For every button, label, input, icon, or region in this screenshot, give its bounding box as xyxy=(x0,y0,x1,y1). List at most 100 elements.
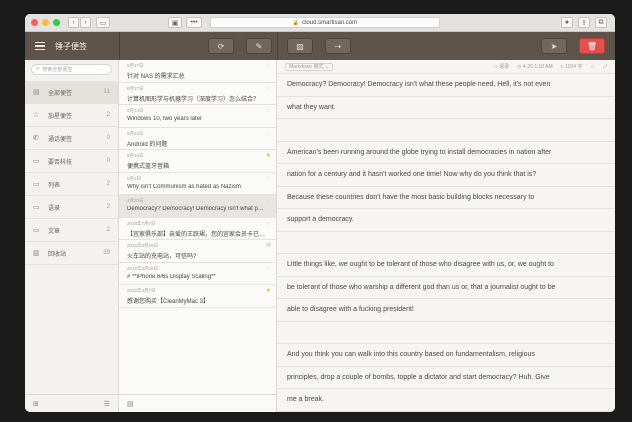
list-item[interactable]: 6月17日 针对 NAS 的需求汇总 ☆ xyxy=(119,60,276,83)
extensions-button[interactable]: ••• xyxy=(186,17,202,28)
share-icon: ⇪ xyxy=(581,19,587,27)
list-item[interactable]: 2016年3月29日 火车站的充电站，可信吗? ▨ xyxy=(119,240,276,263)
compose-icon: ✎ xyxy=(255,41,263,51)
note-title: Android 的问题 xyxy=(127,141,168,148)
sidebar-item[interactable]: ▭ 要否科技 0 xyxy=(25,150,118,173)
delete-note-button[interactable]: 🗑 xyxy=(579,38,605,54)
new-folder-button[interactable]: ⊞ xyxy=(33,400,39,408)
star-outline-icon[interactable]: ☆ xyxy=(266,62,271,69)
folder-icon: ▭ xyxy=(33,204,40,211)
sidebar-item[interactable]: ✆ 通话便签 0 xyxy=(25,127,118,150)
text-line: American's been running around the globe… xyxy=(277,142,615,164)
new-note-button[interactable]: ✎ xyxy=(246,38,272,54)
note-datetime: ◷ 4-20 1:18 AM xyxy=(517,63,553,70)
sidebar: ⌕ 搜索全部便签 ▤ 全部便签 11 ☆ 加星便签 2 ✆ 通话便签 0 ▭ 要否科技… xyxy=(25,60,119,412)
note-title: Democracy? Democracy! Democracy isn't wh… xyxy=(127,206,267,212)
note-title: Why isn't Communism as hated as Nazism xyxy=(127,183,241,190)
text-line: Because these countries don't have the m… xyxy=(277,187,615,209)
note-date: 2016年7月7日 xyxy=(127,220,156,226)
note-editor[interactable]: Markdown 格式 ⌄ ▭ 语录 ◷ 4-20 1:18 AM ≡ 1034… xyxy=(277,60,615,412)
back-button[interactable]: ‹ xyxy=(68,17,79,28)
list-item[interactable]: 5月23日 Android 的问题 ☆ xyxy=(119,128,276,150)
star-filled-icon[interactable]: ★ xyxy=(266,287,271,294)
note-title: # **iPhone 6/6s Display Scaling** xyxy=(127,273,216,280)
text-line: what they want. xyxy=(277,97,615,119)
note-list: 6月17日 针对 NAS 的需求汇总 ☆ 6月17日 计算机图形学与机器学习（深度学… xyxy=(119,60,277,412)
star-outline-icon[interactable]: ☆ xyxy=(266,265,271,272)
list-item[interactable]: 4月20日 Democracy? Democracy! Democracy is… xyxy=(119,195,276,218)
minimize-window-button[interactable] xyxy=(42,19,49,26)
expand-icon: ⤢ xyxy=(602,63,607,70)
star-outline-icon[interactable]: ☆ xyxy=(266,130,271,137)
sidebar-toggle-button[interactable]: ▭ xyxy=(96,17,110,28)
list-item[interactable]: 5月16日 便携式蓝牙音箱 ★ xyxy=(119,150,276,173)
sidebar-item-count: 2 xyxy=(106,112,110,118)
search-placeholder: 搜索全部便签 xyxy=(42,67,73,73)
tabs-button[interactable]: ⧉ xyxy=(595,17,607,28)
fullscreen-button[interactable]: ⤢ xyxy=(603,64,607,70)
list-item[interactable]: 2016年7月7日 【宜家俱乐部】亲爱的王跃珺，您的宜家会员卡已激活 ☆ xyxy=(119,218,276,240)
note-body[interactable]: Democracy? Democracy! Democracy isn't wh… xyxy=(277,74,615,412)
folder-icon: ▭ xyxy=(33,158,40,165)
text-line: able to disagree with a fucking presiden… xyxy=(277,299,615,322)
list-item[interactable]: 6月17日 计算机图形学与机器学习（深度学习）怎么结合？ ☆ xyxy=(119,83,276,105)
note-date: 5月2日 xyxy=(127,175,142,181)
editor-toolbar: Markdown 格式 ⌄ ▭ 语录 ◷ 4-20 1:18 AM ≡ 1034… xyxy=(277,60,615,74)
star-outline-icon[interactable]: ☆ xyxy=(266,220,271,227)
star-toggle[interactable]: ☆ xyxy=(591,64,595,70)
folder-icon: ▭ xyxy=(33,181,40,188)
list-item[interactable]: 6月14日 Windows 10, two years later ☆ xyxy=(119,105,276,128)
search-input[interactable]: ⌕ 搜索全部便签 xyxy=(31,64,112,75)
sidebar-item-label: 要否科技 xyxy=(48,159,73,166)
list-item[interactable]: 5月2日 Why isn't Communism as hated as Naz… xyxy=(119,173,276,195)
word-count-icon: ≡ xyxy=(560,64,564,70)
share-note-button[interactable]: ➤ xyxy=(541,38,567,54)
search-icon: ⌕ xyxy=(36,66,40,72)
star-outline-icon: ☆ xyxy=(33,112,40,119)
sidebar-item-count: 0 xyxy=(106,135,110,141)
sidebar-item[interactable]: ▭ 文章 2 xyxy=(25,219,118,242)
star-outline-icon[interactable]: ☆ xyxy=(266,107,271,114)
address-bar[interactable]: 🔒 cloud.smartisan.com xyxy=(210,17,440,28)
download-icon: ● xyxy=(564,19,570,26)
sync-button[interactable]: ⟳ xyxy=(208,38,234,54)
close-window-button[interactable] xyxy=(31,19,38,26)
chevron-left-icon: ‹ xyxy=(72,19,75,26)
star-outline-icon[interactable]: ☆ xyxy=(266,197,271,204)
list-item[interactable]: 2016年3月28日 # **iPhone 6/6s Display Scali… xyxy=(119,263,276,285)
window-controls xyxy=(31,19,60,26)
menu-icon[interactable] xyxy=(35,41,45,51)
share-button[interactable]: ⇪ xyxy=(578,17,590,28)
sidebar-item[interactable]: ☆ 加星便签 2 xyxy=(25,104,118,127)
note-category[interactable]: ▭ 语录 xyxy=(493,63,509,70)
folder-move-icon: ⇢ xyxy=(334,41,342,51)
folder-icon: ▭ xyxy=(33,227,40,234)
sidebar-item[interactable]: ▤ 全部便签 11 xyxy=(25,81,118,104)
note-title: 【宜家俱乐部】亲爱的王跃珺，您的宜家会员卡已激活 xyxy=(127,231,267,238)
star-outline-icon[interactable]: ☆ xyxy=(266,175,271,182)
text-line xyxy=(277,119,615,142)
sidebar-item[interactable]: ▭ 语录 2 xyxy=(25,196,118,219)
manage-folders-button[interactable]: ☰ xyxy=(104,400,110,408)
text-line: And you think you can walk into this cou… xyxy=(277,344,615,367)
format-selector[interactable]: Markdown 格式 ⌄ xyxy=(285,62,334,71)
document-icon: ▤ xyxy=(33,89,40,96)
star-outline-icon[interactable]: ☆ xyxy=(266,85,271,92)
reader-button[interactable]: ▣ xyxy=(168,17,182,28)
note-title: 计算机图形学与机器学习（深度学习）怎么结合？ xyxy=(127,96,260,103)
move-to-folder-button[interactable]: ⇢ xyxy=(325,38,351,54)
list-item[interactable]: 2016年3月7日 感谢您购买【CleanMyMac 3】 ★ xyxy=(119,285,276,308)
star-filled-icon[interactable]: ★ xyxy=(266,152,271,159)
folder-icon: ▭ xyxy=(493,64,498,70)
forward-button[interactable]: › xyxy=(80,17,91,28)
insert-image-button[interactable]: ▨ xyxy=(287,38,313,54)
maximize-window-button[interactable] xyxy=(53,19,60,26)
trash-icon: ▥ xyxy=(33,250,40,257)
download-button[interactable]: ● xyxy=(561,17,573,28)
note-title: 便携式蓝牙音箱 xyxy=(127,164,170,170)
phone-icon: ✆ xyxy=(33,135,39,142)
sidebar-item[interactable]: ▭ 列表 2 xyxy=(25,173,118,196)
note-title: 针对 NAS 的需求汇总 xyxy=(127,74,185,80)
sidebar-item[interactable]: ▥ 回收站 39 xyxy=(25,242,118,265)
view-mode-button[interactable]: ▤ xyxy=(127,400,134,408)
